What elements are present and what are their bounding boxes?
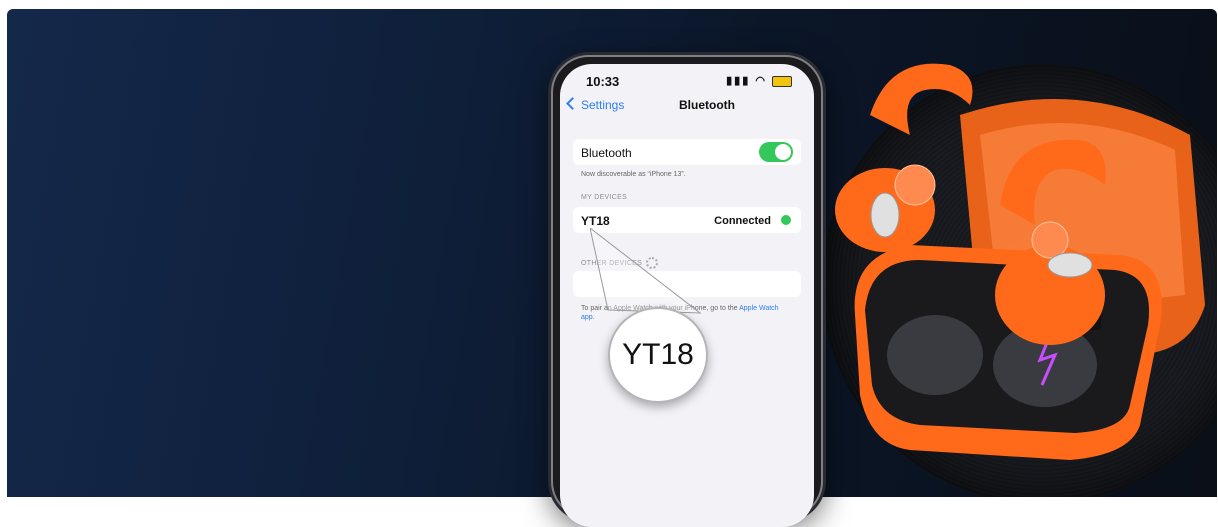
wifi-icon: ◠: [755, 75, 767, 87]
earbuds-product-image: 100: [835, 63, 1205, 460]
bluetooth-toggle[interactable]: [759, 142, 793, 162]
left-bud-slot: [887, 315, 983, 395]
device-name: YT18: [581, 214, 610, 228]
status-bar: 10:33 ▮▮▮ ◠: [586, 74, 792, 90]
bluetooth-toggle-row: Bluetooth: [573, 139, 801, 165]
connected-check-icon: [781, 215, 791, 225]
left-mic-grill: [870, 192, 900, 238]
signal-icon: ▮▮▮: [726, 75, 751, 87]
bluetooth-label: Bluetooth: [581, 146, 632, 160]
device-status: Connected: [714, 215, 771, 227]
right-mic-grill: [1047, 252, 1093, 278]
status-icons: ▮▮▮ ◠: [726, 74, 792, 87]
discoverable-note: Now discoverable as “iPhone 13”.: [581, 171, 686, 178]
battery-icon: [772, 75, 792, 87]
page-title: Bluetooth: [679, 98, 735, 112]
left-ear-hook: [870, 63, 973, 135]
magnifier-callout: YT18: [608, 307, 708, 403]
touch-control-icon: [1031, 221, 1069, 259]
fingerprint-touch-icon: [894, 164, 936, 206]
magnifier-label: YT18: [622, 338, 694, 371]
status-time: 10:33: [586, 74, 620, 89]
nav-bar: Settings Bluetooth: [560, 96, 814, 116]
my-devices-header: MY DEVICES: [581, 194, 628, 201]
